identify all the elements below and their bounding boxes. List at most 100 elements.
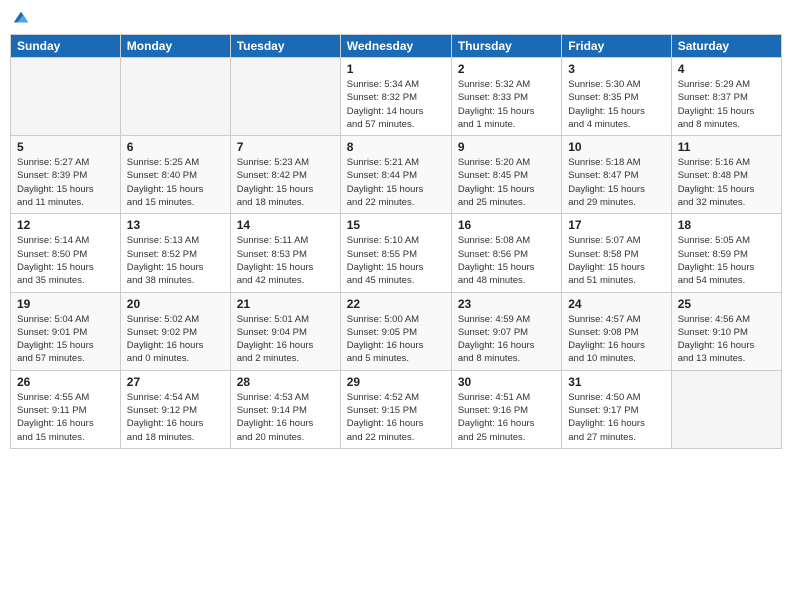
calendar-header-row: SundayMondayTuesdayWednesdayThursdayFrid… [11, 35, 782, 58]
calendar-week-row: 5 Sunrise: 5:27 AM Sunset: 8:39 PM Daylig… [11, 136, 782, 214]
day-number: 1 [347, 62, 445, 76]
day-number: 16 [458, 218, 555, 232]
day-info: Sunrise: 4:51 AM Sunset: 9:16 PM Dayligh… [458, 391, 555, 444]
day-info: Sunrise: 5:02 AM Sunset: 9:02 PM Dayligh… [127, 313, 224, 366]
day-number: 28 [237, 375, 334, 389]
day-number: 27 [127, 375, 224, 389]
calendar-week-row: 12Sunrise: 5:14 AM Sunset: 8:50 PM Dayli… [11, 214, 782, 292]
day-info: Sunrise: 5:00 AM Sunset: 9:05 PM Dayligh… [347, 313, 445, 366]
day-info: Sunrise: 5:20 AM Sunset: 8:45 PM Dayligh… [458, 156, 555, 209]
calendar-cell: 1 Sunrise: 5:34 AM Sunset: 8:32 PM Daylig… [340, 58, 451, 136]
calendar-cell: 5 Sunrise: 5:27 AM Sunset: 8:39 PM Daylig… [11, 136, 121, 214]
day-number: 11 [678, 140, 775, 154]
day-info: Sunrise: 4:57 AM Sunset: 9:08 PM Dayligh… [568, 313, 664, 366]
page: SundayMondayTuesdayWednesdayThursdayFrid… [0, 0, 792, 612]
calendar-cell: 3 Sunrise: 5:30 AM Sunset: 8:35 PM Daylig… [562, 58, 671, 136]
day-number: 26 [17, 375, 114, 389]
day-number: 3 [568, 62, 664, 76]
day-info: Sunrise: 5:10 AM Sunset: 8:55 PM Dayligh… [347, 234, 445, 287]
calendar-cell: 2 Sunrise: 5:32 AM Sunset: 8:33 PM Daylig… [451, 58, 561, 136]
day-number: 17 [568, 218, 664, 232]
day-info: Sunrise: 5:21 AM Sunset: 8:44 PM Dayligh… [347, 156, 445, 209]
calendar-cell: 19 Sunrise: 5:04 AM Sunset: 9:01 PM Dayli… [11, 292, 121, 370]
calendar-header-sunday: Sunday [11, 35, 121, 58]
day-number: 15 [347, 218, 445, 232]
day-info: Sunrise: 4:55 AM Sunset: 9:11 PM Dayligh… [17, 391, 114, 444]
day-number: 5 [17, 140, 114, 154]
calendar-cell: 10 Sunrise: 5:18 AM Sunset: 8:47 PM Dayli… [562, 136, 671, 214]
calendar-cell: 16 Sunrise: 5:08 AM Sunset: 8:56 PM Dayli… [451, 214, 561, 292]
day-info: Sunrise: 5:16 AM Sunset: 8:48 PM Dayligh… [678, 156, 775, 209]
calendar-header-thursday: Thursday [451, 35, 561, 58]
day-info: Sunrise: 4:56 AM Sunset: 9:10 PM Dayligh… [678, 313, 775, 366]
calendar-week-row: 1 Sunrise: 5:34 AM Sunset: 8:32 PM Daylig… [11, 58, 782, 136]
day-number: 6 [127, 140, 224, 154]
day-info: Sunrise: 5:34 AM Sunset: 8:32 PM Dayligh… [347, 78, 445, 131]
calendar-week-row: 26 Sunrise: 4:55 AM Sunset: 9:11 PM Dayli… [11, 370, 782, 448]
day-number: 31 [568, 375, 664, 389]
calendar-cell: 20 Sunrise: 5:02 AM Sunset: 9:02 PM Dayli… [120, 292, 230, 370]
day-number: 14 [237, 218, 334, 232]
day-number: 10 [568, 140, 664, 154]
calendar-header-friday: Friday [562, 35, 671, 58]
calendar-cell: 22Sunrise: 5:00 AM Sunset: 9:05 PM Dayli… [340, 292, 451, 370]
calendar-week-row: 19 Sunrise: 5:04 AM Sunset: 9:01 PM Dayli… [11, 292, 782, 370]
day-number: 7 [237, 140, 334, 154]
calendar-cell: 28 Sunrise: 4:53 AM Sunset: 9:14 PM Dayli… [230, 370, 340, 448]
day-number: 2 [458, 62, 555, 76]
day-number: 12 [17, 218, 114, 232]
calendar-cell: 31Sunrise: 4:50 AM Sunset: 9:17 PM Dayli… [562, 370, 671, 448]
day-info: Sunrise: 4:54 AM Sunset: 9:12 PM Dayligh… [127, 391, 224, 444]
calendar-cell: 6Sunrise: 5:25 AM Sunset: 8:40 PM Daylig… [120, 136, 230, 214]
day-info: Sunrise: 5:18 AM Sunset: 8:47 PM Dayligh… [568, 156, 664, 209]
day-info: Sunrise: 5:11 AM Sunset: 8:53 PM Dayligh… [237, 234, 334, 287]
day-info: Sunrise: 4:52 AM Sunset: 9:15 PM Dayligh… [347, 391, 445, 444]
calendar-header-saturday: Saturday [671, 35, 781, 58]
day-info: Sunrise: 5:07 AM Sunset: 8:58 PM Dayligh… [568, 234, 664, 287]
calendar-cell: 17 Sunrise: 5:07 AM Sunset: 8:58 PM Dayli… [562, 214, 671, 292]
calendar-cell: 4 Sunrise: 5:29 AM Sunset: 8:37 PM Daylig… [671, 58, 781, 136]
day-number: 9 [458, 140, 555, 154]
day-info: Sunrise: 5:13 AM Sunset: 8:52 PM Dayligh… [127, 234, 224, 287]
day-info: Sunrise: 5:29 AM Sunset: 8:37 PM Dayligh… [678, 78, 775, 131]
day-number: 19 [17, 297, 114, 311]
calendar-cell: 26 Sunrise: 4:55 AM Sunset: 9:11 PM Dayli… [11, 370, 121, 448]
calendar-table: SundayMondayTuesdayWednesdayThursdayFrid… [10, 34, 782, 449]
logo [10, 10, 30, 26]
day-info: Sunrise: 4:53 AM Sunset: 9:14 PM Dayligh… [237, 391, 334, 444]
day-number: 30 [458, 375, 555, 389]
calendar-cell: 27 Sunrise: 4:54 AM Sunset: 9:12 PM Dayli… [120, 370, 230, 448]
calendar-cell: 7Sunrise: 5:23 AM Sunset: 8:42 PM Daylig… [230, 136, 340, 214]
header [10, 10, 782, 26]
day-number: 4 [678, 62, 775, 76]
calendar-header-wednesday: Wednesday [340, 35, 451, 58]
calendar-cell: 8 Sunrise: 5:21 AM Sunset: 8:44 PM Daylig… [340, 136, 451, 214]
calendar-cell: 11 Sunrise: 5:16 AM Sunset: 8:48 PM Dayli… [671, 136, 781, 214]
day-number: 21 [237, 297, 334, 311]
day-number: 29 [347, 375, 445, 389]
calendar-cell: 9 Sunrise: 5:20 AM Sunset: 8:45 PM Daylig… [451, 136, 561, 214]
day-number: 24 [568, 297, 664, 311]
calendar-cell: 13 Sunrise: 5:13 AM Sunset: 8:52 PM Dayli… [120, 214, 230, 292]
calendar-cell: 30 Sunrise: 4:51 AM Sunset: 9:16 PM Dayli… [451, 370, 561, 448]
calendar-cell: 14 Sunrise: 5:11 AM Sunset: 8:53 PM Dayli… [230, 214, 340, 292]
calendar-cell: 18Sunrise: 5:05 AM Sunset: 8:59 PM Dayli… [671, 214, 781, 292]
calendar-cell: 29 Sunrise: 4:52 AM Sunset: 9:15 PM Dayli… [340, 370, 451, 448]
day-info: Sunrise: 5:08 AM Sunset: 8:56 PM Dayligh… [458, 234, 555, 287]
day-info: Sunrise: 5:27 AM Sunset: 8:39 PM Dayligh… [17, 156, 114, 209]
calendar-cell: 24 Sunrise: 4:57 AM Sunset: 9:08 PM Dayli… [562, 292, 671, 370]
day-info: Sunrise: 5:32 AM Sunset: 8:33 PM Dayligh… [458, 78, 555, 131]
day-info: Sunrise: 5:30 AM Sunset: 8:35 PM Dayligh… [568, 78, 664, 131]
day-number: 8 [347, 140, 445, 154]
day-number: 25 [678, 297, 775, 311]
day-number: 20 [127, 297, 224, 311]
calendar-cell: 12Sunrise: 5:14 AM Sunset: 8:50 PM Dayli… [11, 214, 121, 292]
day-info: Sunrise: 5:04 AM Sunset: 9:01 PM Dayligh… [17, 313, 114, 366]
calendar-header-tuesday: Tuesday [230, 35, 340, 58]
day-info: Sunrise: 5:05 AM Sunset: 8:59 PM Dayligh… [678, 234, 775, 287]
calendar-cell: 21 Sunrise: 5:01 AM Sunset: 9:04 PM Dayli… [230, 292, 340, 370]
calendar-cell [11, 58, 121, 136]
day-info: Sunrise: 5:01 AM Sunset: 9:04 PM Dayligh… [237, 313, 334, 366]
day-number: 13 [127, 218, 224, 232]
calendar-cell: 25 Sunrise: 4:56 AM Sunset: 9:10 PM Dayli… [671, 292, 781, 370]
